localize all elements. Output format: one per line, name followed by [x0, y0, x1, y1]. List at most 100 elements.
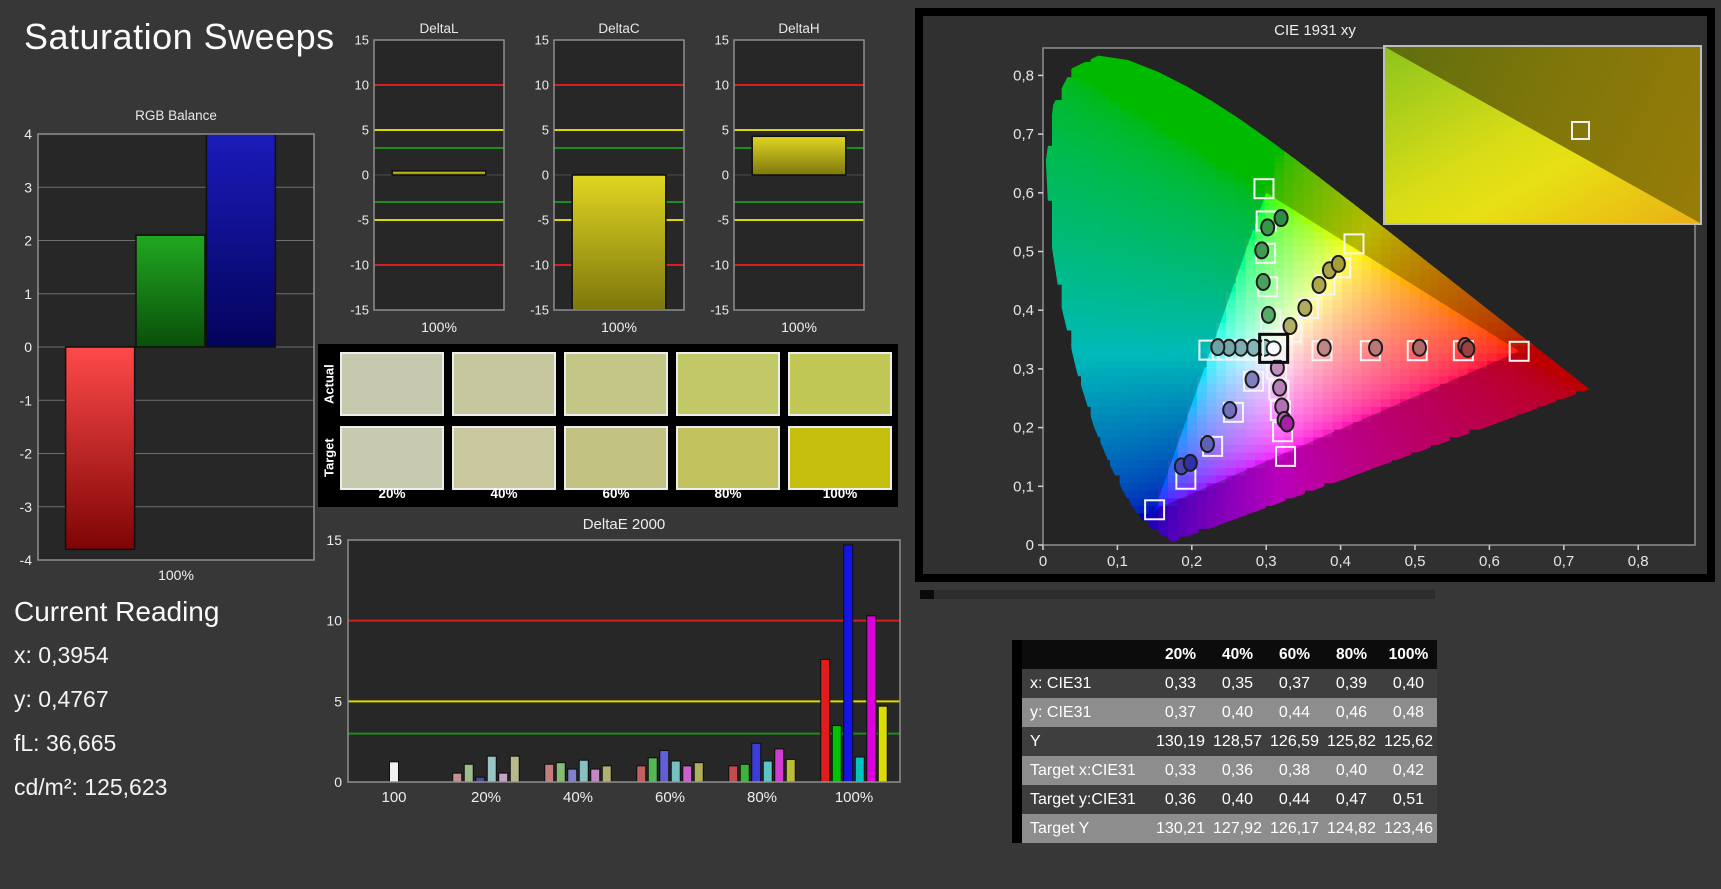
table-cell: 124,82 — [1327, 820, 1376, 837]
table-scrollbar-thumb[interactable] — [920, 590, 934, 599]
swatch-col-label: 20% — [378, 486, 406, 501]
reading-cdm2: cd/m²: 125,623 — [14, 774, 168, 800]
reading-x: x: 0,3954 — [14, 642, 109, 668]
table-cell: 0,51 — [1392, 791, 1425, 808]
svg-text:0,1: 0,1 — [1107, 553, 1128, 570]
svg-text:1: 1 — [24, 286, 32, 302]
deltae-bar-40%-5 — [601, 765, 612, 783]
reading-y: y: 0,4767 — [14, 686, 109, 712]
svg-text:80%: 80% — [747, 789, 777, 806]
cie-measured-yellow-1 — [1282, 317, 1298, 336]
svg-text:100%: 100% — [601, 319, 637, 335]
cie-1931-panel: CIE 1931 xy 0 0,1 0,2 0,3 0,4 0,5 0,6 0,7 0,8 0 0,… — [915, 8, 1715, 582]
svg-text:20%: 20% — [471, 789, 501, 806]
svg-text:-15: -15 — [530, 303, 549, 318]
svg-text:100%: 100% — [421, 319, 457, 335]
delta-h-chart: DeltaH 15 10 5 0 -5 -10 -15 100% — [700, 21, 870, 340]
svg-text:0,3: 0,3 — [1256, 553, 1277, 570]
table-row-y: Y 130,19 128,57 126,59 125,82 125,62 — [1012, 727, 1437, 756]
svg-text:RGB Balance: RGB Balance — [135, 108, 217, 123]
table-row-target-y-cie31: Target y:CIE31 0,36 0,40 0,44 0,47 0,51 — [1012, 785, 1437, 814]
table-col-header: 80% — [1323, 640, 1380, 669]
cie-measured-red-2 — [1368, 338, 1384, 357]
svg-text:-15: -15 — [710, 303, 729, 318]
svg-text:-15: -15 — [350, 303, 369, 318]
svg-text:0,5: 0,5 — [1405, 553, 1426, 570]
cie-measured-cyan-5 — [1210, 338, 1226, 357]
deltae-bar-60%-1 — [647, 757, 658, 783]
table-row-label: x: CIE31 — [1030, 675, 1092, 692]
svg-text:0: 0 — [362, 168, 369, 183]
actual-swatch-40% — [452, 352, 556, 416]
deltae-bar-100%-4 — [866, 615, 877, 783]
svg-text:5: 5 — [542, 123, 549, 138]
target-swatch-40% — [452, 426, 556, 490]
cie-measured-green-1 — [1260, 305, 1276, 324]
svg-text:15: 15 — [326, 532, 342, 548]
actual-target-swatch-panel: Actual Target 20% 40% 60% 80% 100% — [318, 344, 898, 507]
svg-text:-10: -10 — [710, 258, 729, 273]
table-row-target-x-cie31: Target x:CIE31 0,33 0,36 0,38 0,40 0,42 — [1012, 756, 1437, 785]
svg-text:-2: -2 — [20, 446, 33, 462]
svg-text:0,2: 0,2 — [1181, 553, 1202, 570]
cie-measured-red-5 — [1460, 339, 1476, 358]
deltae-bar-20%-1 — [463, 763, 474, 783]
rgb-balance-chart: RGB Balance 4 3 2 1 0 -1 -2 -3 -4 100% — [8, 102, 320, 590]
cie-zoom-inset — [1383, 45, 1702, 225]
table-col-header: 100% — [1380, 640, 1437, 669]
table-cell: 125,62 — [1384, 733, 1433, 750]
svg-text:5: 5 — [334, 693, 342, 709]
deltae-bar-60%-0 — [636, 765, 647, 783]
deltae-bar-20%-3 — [486, 755, 497, 783]
svg-text:0: 0 — [334, 774, 342, 790]
deltae-bar-40%-0 — [544, 763, 555, 783]
svg-text:0,4: 0,4 — [1330, 553, 1351, 570]
svg-text:-10: -10 — [530, 258, 549, 273]
actual-swatch-80% — [676, 352, 780, 416]
table-cell: 0,44 — [1278, 704, 1311, 721]
table-cell: 0,36 — [1164, 791, 1197, 808]
table-cell: 0,42 — [1392, 762, 1425, 779]
svg-text:DeltaE 2000: DeltaE 2000 — [583, 516, 666, 533]
swatch-row-label-actual: Actual — [321, 364, 337, 404]
target-swatch-60% — [564, 426, 668, 490]
delta-l-chart: DeltaL 15 10 5 0 -5 -10 -15 100% — [340, 21, 510, 340]
svg-text:0,8: 0,8 — [1013, 67, 1034, 84]
deltae-bar-60%-2 — [659, 750, 670, 783]
table-col-header: 40% — [1209, 640, 1266, 669]
svg-text:0: 0 — [542, 168, 549, 183]
deltae-bar-100-0 — [389, 761, 399, 783]
svg-text:5: 5 — [722, 123, 729, 138]
svg-text:0,7: 0,7 — [1553, 553, 1574, 570]
table-row-y-cie31: y: CIE31 0,37 0,40 0,44 0,46 0,48 — [1012, 698, 1437, 727]
svg-text:10: 10 — [535, 78, 549, 93]
page-title: Saturation Sweeps — [24, 16, 335, 57]
cie-measured-green-4 — [1260, 218, 1276, 237]
deltae-bar-60%-4 — [682, 765, 693, 783]
swatch-col-label: 40% — [490, 486, 518, 501]
table-cell: 130,19 — [1156, 733, 1205, 750]
svg-text:10: 10 — [355, 78, 369, 93]
svg-text:-3: -3 — [20, 499, 33, 515]
table-row-label: y: CIE31 — [1030, 704, 1092, 721]
svg-text:0,1: 0,1 — [1013, 478, 1034, 495]
table-cell: 126,17 — [1270, 820, 1319, 837]
svg-text:3: 3 — [24, 179, 32, 195]
deltae-bar-100%-2 — [843, 544, 854, 783]
target-swatch-80% — [676, 426, 780, 490]
svg-text:0,6: 0,6 — [1479, 553, 1500, 570]
svg-text:40%: 40% — [563, 789, 593, 806]
cie-measured-red-3 — [1411, 338, 1427, 357]
deltae-bar-40%-1 — [555, 762, 566, 783]
cie-measured-magenta-5 — [1279, 414, 1295, 433]
cie-measured-yellow-2 — [1297, 298, 1313, 317]
svg-text:10: 10 — [715, 78, 729, 93]
deltae-bar-80%-3 — [762, 760, 773, 783]
svg-text:60%: 60% — [655, 789, 685, 806]
deltae-bar-20%-4 — [498, 772, 509, 783]
cie-measured-yellow-3 — [1311, 275, 1327, 294]
table-cell: 0,33 — [1164, 762, 1197, 779]
table-cell: 0,47 — [1335, 791, 1368, 808]
table-cell: 0,48 — [1392, 704, 1425, 721]
svg-text:0: 0 — [722, 168, 729, 183]
